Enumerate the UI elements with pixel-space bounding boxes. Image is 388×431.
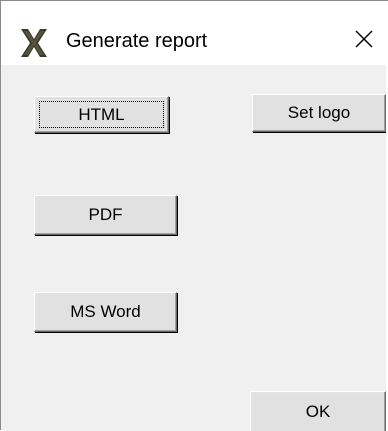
set-logo-button[interactable]: Set logo bbox=[252, 94, 386, 132]
html-button-label: HTML bbox=[78, 104, 125, 124]
pdf-button-label: PDF bbox=[88, 205, 123, 224]
ok-button-label: OK bbox=[305, 401, 331, 421]
ms-word-button-label: MS Word bbox=[70, 302, 141, 321]
ok-button[interactable]: OK bbox=[250, 391, 386, 431]
html-button[interactable]: HTML bbox=[34, 96, 169, 133]
close-icon bbox=[354, 29, 374, 54]
window-title: Generate report bbox=[66, 30, 208, 52]
pdf-button[interactable]: PDF bbox=[34, 195, 177, 235]
set-logo-button-label: Set logo bbox=[287, 103, 351, 122]
close-button[interactable] bbox=[341, 19, 387, 63]
dialog-body: HTML Set logo PDF MS Word OK bbox=[1, 65, 388, 431]
ms-word-button[interactable]: MS Word bbox=[34, 292, 177, 332]
title-bar[interactable]: Generate report bbox=[1, 1, 388, 65]
generate-report-dialog: Generate report HTML Set logo PDF MS Wor… bbox=[0, 0, 388, 431]
x-logo-icon bbox=[21, 29, 47, 57]
